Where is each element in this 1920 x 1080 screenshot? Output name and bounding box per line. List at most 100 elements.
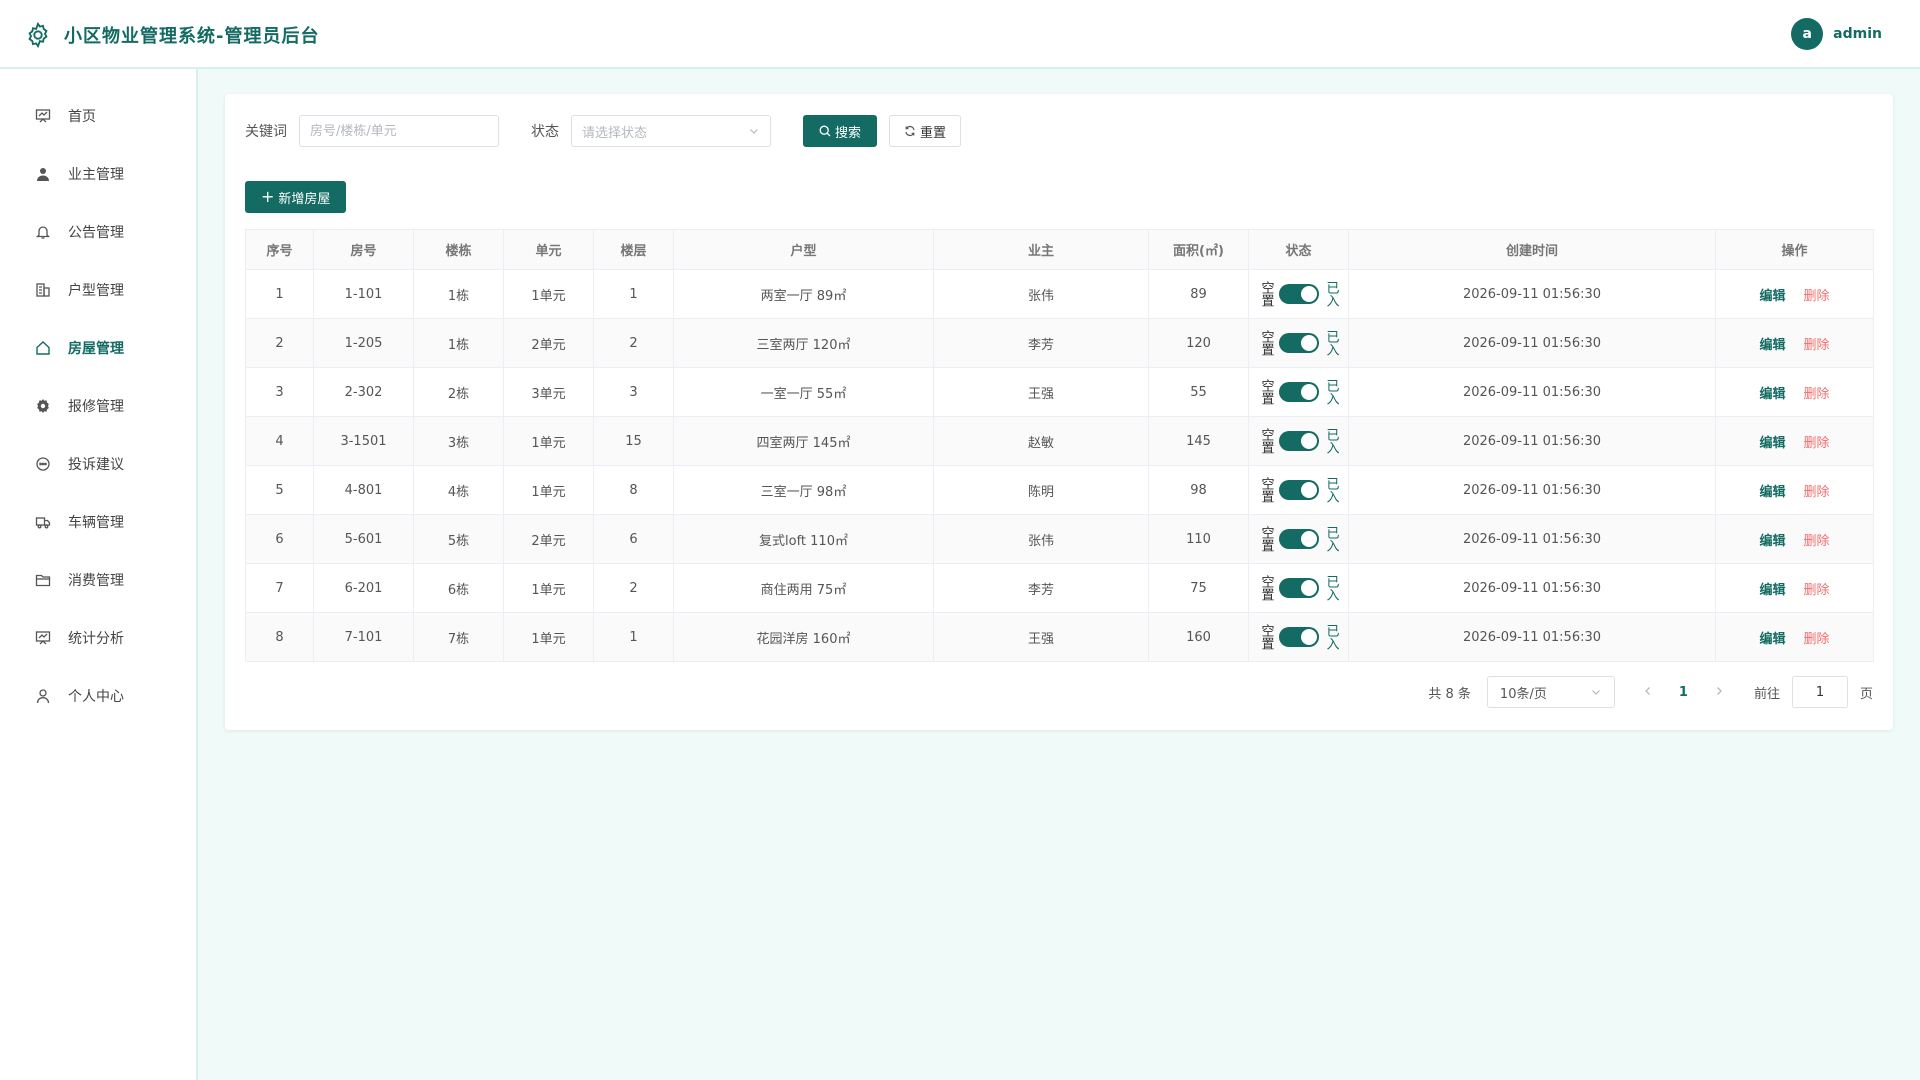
delete-button[interactable]: 删除 bbox=[1804, 534, 1830, 549]
table-header-col-unit: 单元 bbox=[503, 229, 594, 270]
keyword-label: 关键词 bbox=[245, 124, 287, 140]
occupancy-toggle[interactable] bbox=[1278, 480, 1319, 500]
delete-button[interactable]: 删除 bbox=[1804, 485, 1830, 500]
cell-building: 3栋 bbox=[413, 416, 504, 466]
prev-page-button[interactable] bbox=[1643, 684, 1653, 700]
edit-button[interactable]: 编辑 bbox=[1759, 387, 1785, 402]
cell-index: 1 bbox=[245, 269, 314, 319]
delete-button[interactable]: 删除 bbox=[1804, 632, 1830, 647]
reset-button-label: 重置 bbox=[920, 125, 947, 141]
cell-index: 5 bbox=[245, 465, 314, 515]
cell-status: 空置 已入 bbox=[1248, 563, 1349, 613]
sidebar-item-layouts[interactable]: 户型管理 bbox=[0, 261, 196, 319]
username[interactable]: admin bbox=[1833, 26, 1882, 42]
cell-actions: 编辑 删除 bbox=[1715, 318, 1874, 368]
table-header-col-room: 房号 bbox=[313, 229, 414, 270]
table-row: 2 1-205 1栋 2单元 2 三室两厅 120㎡ 李芳 120 空置 已入 2026-09-11… bbox=[245, 318, 1874, 368]
cell-created: 2026-09-11 01:56:30 bbox=[1348, 465, 1716, 515]
folder-icon bbox=[34, 571, 52, 589]
table-header-col-floor: 楼层 bbox=[593, 229, 674, 270]
cell-type: 两室一厅 89㎡ bbox=[673, 269, 934, 319]
table-row: 6 5-601 5栋 2单元 6 复式loft 110㎡ 张伟 110 空置 已入 2026-09-… bbox=[245, 514, 1874, 564]
cell-created: 2026-09-11 01:56:30 bbox=[1348, 612, 1716, 662]
sidebar-item-complaints[interactable]: 投诉建议 bbox=[0, 435, 196, 493]
sidebar-item-notices[interactable]: 公告管理 bbox=[0, 203, 196, 261]
occupancy-toggle[interactable] bbox=[1278, 627, 1319, 647]
occupancy-toggle[interactable] bbox=[1278, 382, 1319, 402]
delete-button[interactable]: 删除 bbox=[1804, 338, 1830, 353]
switch-on-text: 已入 bbox=[1323, 428, 1339, 454]
cell-created: 2026-09-11 01:56:30 bbox=[1348, 367, 1716, 417]
delete-button[interactable]: 删除 bbox=[1804, 387, 1830, 402]
cell-unit: 1单元 bbox=[503, 612, 594, 662]
switch-on-text: 已入 bbox=[1323, 477, 1339, 503]
occupancy-toggle[interactable] bbox=[1278, 333, 1319, 353]
next-page-button[interactable] bbox=[1714, 684, 1724, 700]
reset-button[interactable]: 重置 bbox=[889, 115, 962, 147]
status-label: 状态 bbox=[531, 124, 559, 140]
sidebar-item-houses[interactable]: 房屋管理 bbox=[0, 319, 196, 377]
sidebar-item-repairs[interactable]: 报修管理 bbox=[0, 377, 196, 435]
sidebar-item-label: 车辆管理 bbox=[68, 515, 124, 531]
cell-actions: 编辑 删除 bbox=[1715, 465, 1874, 515]
status-select[interactable]: 请选择状态 bbox=[571, 115, 771, 147]
cell-index: 2 bbox=[245, 318, 314, 368]
sidebar-item-owners[interactable]: 业主管理 bbox=[0, 145, 196, 203]
edit-button[interactable]: 编辑 bbox=[1759, 583, 1785, 598]
cell-room: 5-601 bbox=[313, 514, 414, 564]
delete-button[interactable]: 删除 bbox=[1804, 583, 1830, 598]
delete-button[interactable]: 删除 bbox=[1804, 436, 1830, 451]
page-unit: 页 bbox=[1859, 686, 1873, 702]
cell-room: 1-205 bbox=[313, 318, 414, 368]
goto-label: 前往 bbox=[1753, 686, 1780, 702]
top-header: 小区物业管理系统-管理员后台 a admin bbox=[0, 0, 1920, 69]
search-icon bbox=[819, 125, 831, 137]
user-menu[interactable]: a admin bbox=[1791, 18, 1882, 50]
cell-building: 2栋 bbox=[413, 367, 504, 417]
occupancy-toggle[interactable] bbox=[1278, 529, 1319, 549]
sidebar: 首页 业主管理 公告管理 户型管理 房屋管理 报修管理 投诉建议 车辆管理 消费… bbox=[0, 69, 198, 1080]
page-number[interactable]: 1 bbox=[1679, 685, 1688, 700]
cell-unit: 3单元 bbox=[503, 367, 594, 417]
switch-on-text: 已入 bbox=[1323, 330, 1339, 356]
table-header-row: 序号 房号 楼栋 单元 楼层 户型 业主 面积(㎡) 状态 创建时间 操作 bbox=[245, 229, 1874, 270]
house-list-card: 关键词 状态 请选择状态 搜索 重置 + 新增房屋 序号房号楼栋单元楼层户型业主… bbox=[225, 94, 1893, 730]
edit-button[interactable]: 编辑 bbox=[1759, 436, 1785, 451]
switch-off-text: 空置 bbox=[1258, 281, 1274, 307]
edit-button[interactable]: 编辑 bbox=[1759, 289, 1785, 304]
edit-button[interactable]: 编辑 bbox=[1759, 338, 1785, 353]
edit-button[interactable]: 编辑 bbox=[1759, 534, 1785, 549]
table-row: 4 3-1501 3栋 1单元 15 四室两厅 145㎡ 赵敏 145 空置 已入 2026-09-… bbox=[245, 416, 1874, 466]
cell-owner: 李芳 bbox=[933, 563, 1149, 613]
sidebar-item-profile[interactable]: 个人中心 bbox=[0, 667, 196, 725]
table-header-col-owner: 业主 bbox=[933, 229, 1149, 270]
occupancy-toggle[interactable] bbox=[1278, 578, 1319, 598]
edit-button[interactable]: 编辑 bbox=[1759, 485, 1785, 500]
table-header-col-building: 楼栋 bbox=[413, 229, 504, 270]
sidebar-item-statistics[interactable]: 统计分析 bbox=[0, 609, 196, 667]
cell-floor: 1 bbox=[593, 269, 674, 319]
page-size-select[interactable]: 10条/页 bbox=[1486, 676, 1615, 708]
occupancy-toggle[interactable] bbox=[1278, 431, 1319, 451]
keyword-input[interactable] bbox=[299, 115, 499, 147]
switch-off-text: 空置 bbox=[1258, 379, 1274, 405]
cell-actions: 编辑 删除 bbox=[1715, 416, 1874, 466]
goto-page-input[interactable] bbox=[1791, 676, 1848, 708]
cell-type: 四室两厅 145㎡ bbox=[673, 416, 934, 466]
sidebar-item-vehicles[interactable]: 车辆管理 bbox=[0, 493, 196, 551]
occupancy-toggle[interactable] bbox=[1278, 284, 1319, 304]
sidebar-item-label: 房屋管理 bbox=[68, 341, 124, 357]
cell-status: 空置 已入 bbox=[1248, 367, 1349, 417]
avatar[interactable]: a bbox=[1791, 18, 1824, 50]
add-house-button[interactable]: + 新增房屋 bbox=[245, 181, 347, 213]
sidebar-item-label: 首页 bbox=[68, 109, 96, 125]
sidebar-item-consumption[interactable]: 消费管理 bbox=[0, 551, 196, 609]
gear-logo-icon bbox=[28, 21, 48, 49]
cell-index: 4 bbox=[245, 416, 314, 466]
chevron-down-icon bbox=[750, 129, 758, 134]
sidebar-item-home[interactable]: 首页 bbox=[0, 87, 196, 145]
edit-button[interactable]: 编辑 bbox=[1759, 632, 1785, 647]
search-button[interactable]: 搜索 bbox=[803, 115, 878, 147]
sidebar-item-label: 公告管理 bbox=[68, 225, 124, 241]
delete-button[interactable]: 删除 bbox=[1804, 289, 1830, 304]
